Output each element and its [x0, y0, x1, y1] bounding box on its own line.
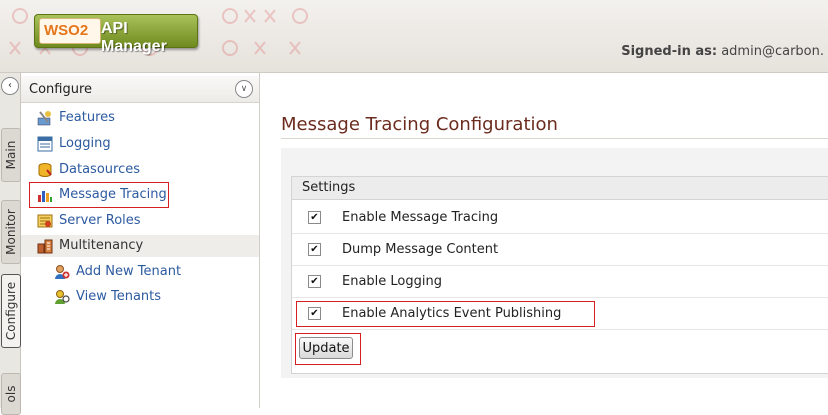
setting-row-enable-logging: ✔ Enable Logging [292, 266, 828, 298]
chevron-left-icon[interactable]: ‹ [1, 77, 19, 95]
menu-item-label: View Tenants [76, 289, 162, 304]
analytics-row-highlight [296, 301, 595, 327]
enable-logging-checkbox[interactable]: ✔ [308, 275, 321, 288]
settings-header-label: Settings [302, 180, 356, 195]
tab-main-label: Main [4, 140, 18, 170]
tab-monitor[interactable]: Monitor [1, 200, 21, 264]
menu-item-label: Datasources [59, 162, 140, 177]
menu-item-label: Features [59, 110, 115, 125]
menu-item-datasources[interactable]: Datasources [21, 159, 259, 181]
server-roles-icon [37, 214, 53, 228]
setting-row-enable-message-tracing: ✔ Enable Message Tracing [292, 202, 828, 234]
signed-in-user: admin@carbon. [721, 44, 824, 59]
tab-tools-label: ols [4, 385, 18, 403]
update-button[interactable]: Update [299, 337, 353, 359]
setting-label: Dump Message Content [342, 242, 499, 257]
view-tenants-icon [55, 290, 70, 304]
multitenancy-icon [37, 239, 53, 254]
page-title: Message Tracing Configuration [281, 114, 558, 135]
menu-item-logging[interactable]: Logging [21, 133, 259, 155]
logging-icon [37, 136, 53, 152]
logo-brand: WSO2 [39, 18, 101, 44]
tab-monitor-label: Monitor [4, 209, 18, 255]
menu-title: Configure [29, 82, 93, 97]
tab-configure[interactable]: Configure [1, 274, 21, 348]
menu-item-server-roles[interactable]: Server Roles [21, 210, 259, 232]
menu-item-add-new-tenant[interactable]: Add New Tenant [21, 261, 259, 283]
datasources-icon [38, 163, 52, 177]
header-bar: WSO2 API Manager Signed-in as: admin@car… [0, 0, 828, 73]
menu-item-view-tenants[interactable]: View Tenants [21, 286, 259, 308]
menu-item-label: Multitenancy [59, 238, 144, 253]
signed-in-status: Signed-in as: admin@carbon. [621, 44, 824, 59]
add-tenant-icon [55, 265, 70, 279]
wso2-logo[interactable]: WSO2 API Manager [34, 14, 198, 55]
enable-message-tracing-checkbox[interactable]: ✔ [308, 211, 321, 224]
dump-message-content-checkbox[interactable]: ✔ [308, 243, 321, 256]
menu-item-label: Server Roles [59, 213, 141, 228]
tab-tools[interactable]: ols [1, 373, 21, 415]
logo-product-name: API Manager [101, 20, 167, 55]
setting-label: Enable Logging [342, 274, 442, 289]
title-divider [281, 138, 828, 139]
features-icon [37, 111, 51, 126]
setting-row-dump-message-content: ✔ Dump Message Content [292, 234, 828, 266]
message-tracing-highlight [29, 182, 169, 208]
menu-item-multitenancy[interactable]: Multitenancy [21, 235, 259, 257]
settings-header: Settings [292, 177, 828, 200]
setting-label: Enable Message Tracing [342, 210, 499, 225]
settings-table: Settings ✔ Enable Message Tracing ✔ Dump… [291, 176, 828, 374]
chevron-down-icon[interactable]: ∨ [235, 80, 253, 98]
vertical-tab-bar: ‹ Main Monitor Configure ols [0, 73, 21, 415]
signed-in-label: Signed-in as: [621, 44, 718, 59]
menu-item-label: Add New Tenant [76, 264, 182, 279]
configure-menu: Configure ∨ Features Logging Datasources [21, 73, 260, 408]
menu-item-label: Logging [59, 136, 111, 151]
menu-item-features[interactable]: Features [21, 107, 259, 129]
tab-configure-label: Configure [4, 281, 18, 341]
menu-header: Configure ∨ [21, 76, 259, 103]
tab-main[interactable]: Main [1, 128, 21, 182]
